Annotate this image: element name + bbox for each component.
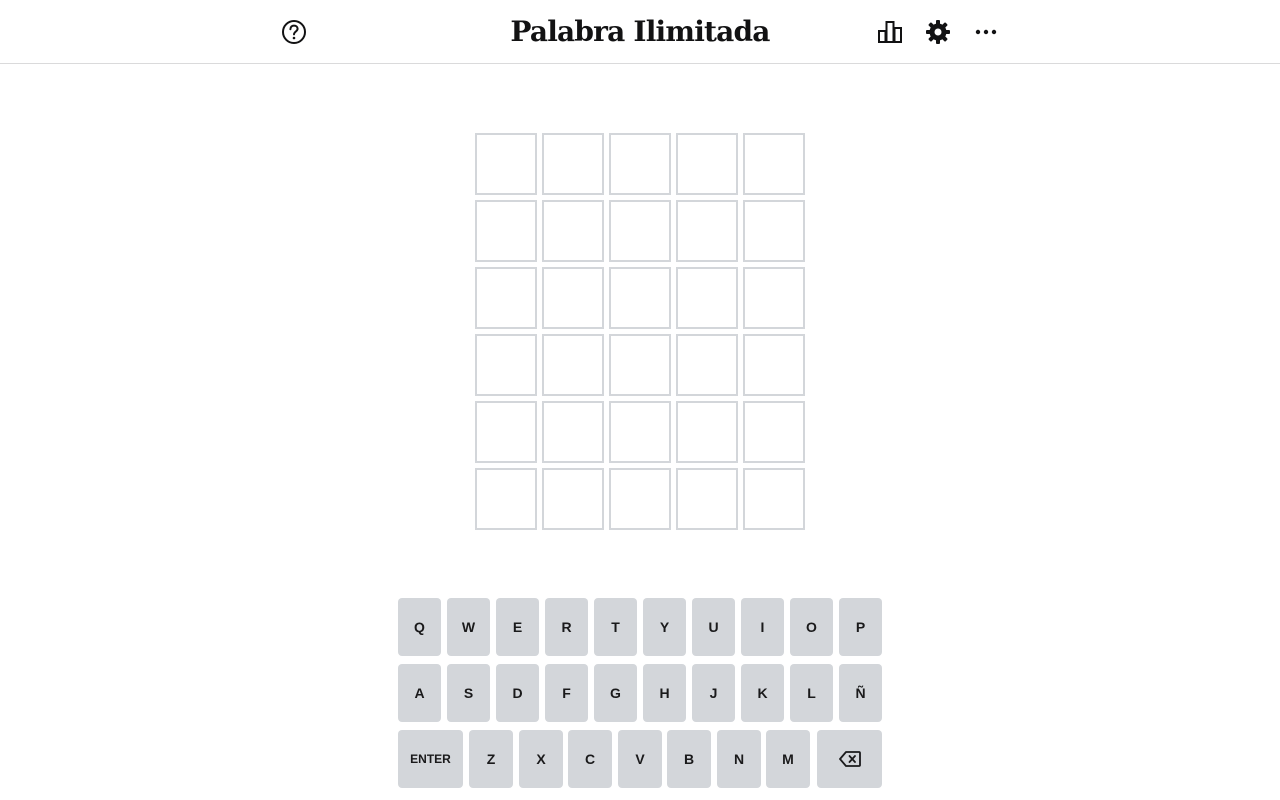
- letter-tile: [676, 133, 738, 195]
- key-g[interactable]: G: [594, 664, 637, 722]
- backspace-icon: [838, 751, 861, 767]
- key-n-tilde[interactable]: Ñ: [839, 664, 882, 722]
- key-t[interactable]: T: [594, 598, 637, 656]
- app-header: Palabra Ilimitada: [0, 0, 1280, 64]
- board-row: [475, 468, 805, 530]
- keyboard-row-3: ENTER Z X C V B N M: [398, 730, 882, 788]
- letter-tile: [743, 133, 805, 195]
- board-row: [475, 334, 805, 396]
- key-r[interactable]: R: [545, 598, 588, 656]
- letter-tile: [743, 267, 805, 329]
- key-m[interactable]: M: [766, 730, 810, 788]
- letter-tile: [676, 468, 738, 530]
- backspace-key[interactable]: [817, 730, 882, 788]
- letter-tile: [542, 200, 604, 262]
- key-x[interactable]: X: [519, 730, 563, 788]
- key-b[interactable]: B: [667, 730, 711, 788]
- key-s[interactable]: S: [447, 664, 490, 722]
- letter-tile: [743, 334, 805, 396]
- letter-tile: [609, 200, 671, 262]
- key-a[interactable]: A: [398, 664, 441, 722]
- key-l[interactable]: L: [790, 664, 833, 722]
- key-c[interactable]: C: [568, 730, 612, 788]
- key-k[interactable]: K: [741, 664, 784, 722]
- board-row: [475, 200, 805, 262]
- key-j[interactable]: J: [692, 664, 735, 722]
- keyboard-row-2: A S D F G H J K L Ñ: [398, 664, 882, 722]
- board-row: [475, 267, 805, 329]
- letter-tile: [475, 133, 537, 195]
- key-h[interactable]: H: [643, 664, 686, 722]
- key-y[interactable]: Y: [643, 598, 686, 656]
- letter-tile: [609, 334, 671, 396]
- key-w[interactable]: W: [447, 598, 490, 656]
- key-z[interactable]: Z: [469, 730, 513, 788]
- letter-tile: [676, 334, 738, 396]
- letter-tile: [743, 401, 805, 463]
- board-row: [475, 401, 805, 463]
- letter-tile: [609, 468, 671, 530]
- ellipsis-icon: [975, 29, 997, 35]
- stats-button[interactable]: [872, 14, 908, 50]
- board-row: [475, 133, 805, 195]
- key-v[interactable]: V: [618, 730, 662, 788]
- letter-tile: [676, 401, 738, 463]
- letter-tile: [676, 200, 738, 262]
- key-u[interactable]: U: [692, 598, 735, 656]
- letter-tile: [609, 133, 671, 195]
- page-title: Palabra Ilimitada: [510, 15, 770, 48]
- letter-tile: [676, 267, 738, 329]
- letter-tile: [743, 200, 805, 262]
- key-q[interactable]: Q: [398, 598, 441, 656]
- key-p[interactable]: P: [839, 598, 882, 656]
- letter-tile: [475, 267, 537, 329]
- key-n[interactable]: N: [717, 730, 761, 788]
- key-f[interactable]: F: [545, 664, 588, 722]
- letter-tile: [542, 133, 604, 195]
- letter-tile: [542, 267, 604, 329]
- more-button[interactable]: [968, 14, 1004, 50]
- key-o[interactable]: O: [790, 598, 833, 656]
- settings-button[interactable]: [920, 14, 956, 50]
- keyboard-row-1: Q W E R T Y U I O P: [398, 598, 882, 656]
- letter-tile: [542, 468, 604, 530]
- letter-tile: [475, 334, 537, 396]
- letter-tile: [475, 468, 537, 530]
- gear-icon: [926, 20, 950, 44]
- letter-tile: [609, 401, 671, 463]
- game-board: [475, 133, 805, 530]
- bar-chart-icon: [878, 21, 902, 43]
- letter-tile: [542, 334, 604, 396]
- key-e[interactable]: E: [496, 598, 539, 656]
- letter-tile: [475, 200, 537, 262]
- letter-tile: [542, 401, 604, 463]
- letter-tile: [475, 401, 537, 463]
- letter-tile: [609, 267, 671, 329]
- enter-key[interactable]: ENTER: [398, 730, 463, 788]
- key-i[interactable]: I: [741, 598, 784, 656]
- key-d[interactable]: D: [496, 664, 539, 722]
- letter-tile: [743, 468, 805, 530]
- on-screen-keyboard: Q W E R T Y U I O P A S D F G H J K L Ñ …: [398, 598, 882, 796]
